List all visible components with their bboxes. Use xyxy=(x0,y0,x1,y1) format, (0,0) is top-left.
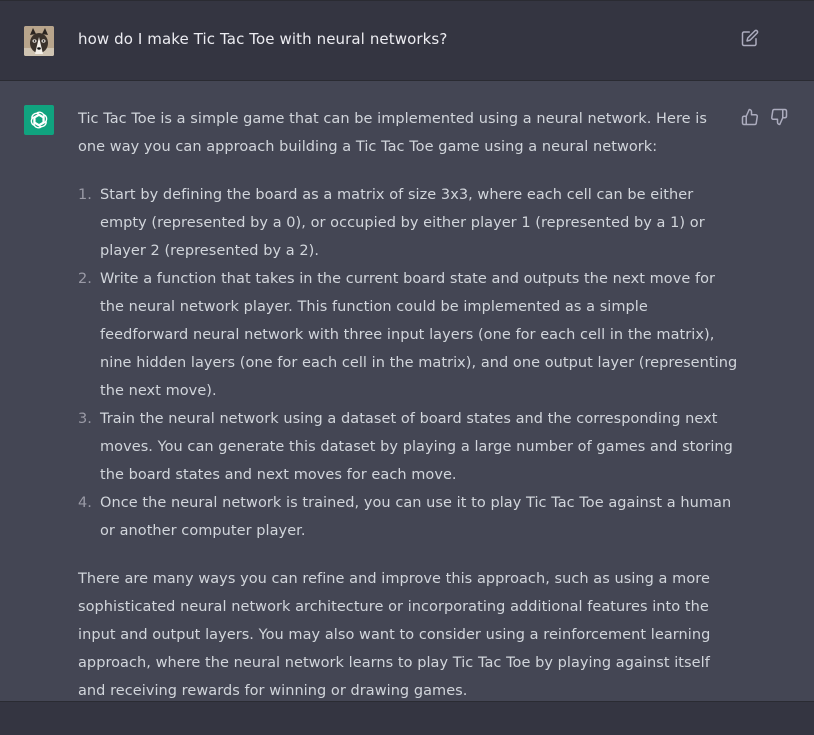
list-item: 3. Train the neural network using a data… xyxy=(78,405,738,489)
list-item: 4. Once the neural network is trained, y… xyxy=(78,489,738,545)
user-avatar xyxy=(24,26,54,56)
list-item-text: Start by defining the board as a matrix … xyxy=(100,187,705,259)
assistant-message: Tic Tac Toe is a simple game that can be… xyxy=(0,81,814,702)
thumbs-up-icon[interactable] xyxy=(741,108,759,126)
intro-paragraph: Tic Tac Toe is a simple game that can be… xyxy=(78,111,707,155)
user-message: how do I make Tic Tac Toe with neural ne… xyxy=(0,1,814,81)
list-item-text: Once the neural network is trained, you … xyxy=(100,495,732,539)
thumbs-down-icon[interactable] xyxy=(770,108,788,126)
user-message-text: how do I make Tic Tac Toe with neural ne… xyxy=(78,30,448,48)
chat-page: how do I make Tic Tac Toe with neural ne… xyxy=(0,0,814,735)
edit-icon[interactable] xyxy=(741,29,759,47)
conclusion-paragraph: There are many ways you can refine and i… xyxy=(78,571,711,699)
list-item: 2. Write a function that takes in the cu… xyxy=(78,265,738,405)
list-item-text: Write a function that takes in the curre… xyxy=(100,271,738,399)
list-number: 3. xyxy=(78,411,92,427)
list-number: 2. xyxy=(78,271,92,287)
openai-logo-icon xyxy=(24,105,54,135)
steps-list: 1. Start by defining the board as a matr… xyxy=(78,181,738,545)
assistant-message-body: Tic Tac Toe is a simple game that can be… xyxy=(78,105,738,705)
list-item-text: Train the neural network using a dataset… xyxy=(100,411,733,483)
chat-footer-area xyxy=(0,702,814,735)
list-number: 1. xyxy=(78,187,92,203)
list-number: 4. xyxy=(78,495,92,511)
list-item: 1. Start by defining the board as a matr… xyxy=(78,181,738,265)
